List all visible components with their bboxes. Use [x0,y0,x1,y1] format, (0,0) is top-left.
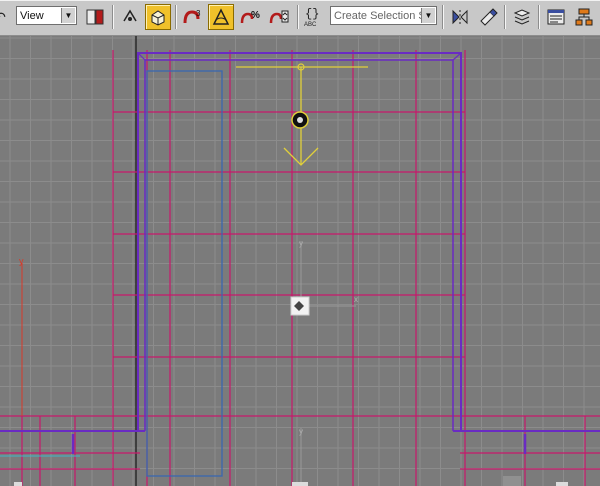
app-window: ↶ View ▼ [0,0,600,486]
gizmo-y-label: y [19,256,24,266]
viewport-background [0,36,600,486]
select-manipulate-icon[interactable] [117,4,143,30]
undo-icon[interactable]: ↶ [0,4,10,30]
layer-manager-icon[interactable] [509,4,535,30]
snaps-toggle-icon[interactable]: 3 [180,4,206,30]
keyboard-shortcut-override-icon[interactable] [145,4,171,30]
braces-glyph: {} [305,7,319,21]
use-pivot-center-icon[interactable] [82,4,108,30]
snap-badge: 3 [196,9,201,18]
front-viewport[interactable]: y y x y [0,36,600,486]
curve-editor-icon[interactable] [543,4,569,30]
schematic-view-icon[interactable] [571,4,597,30]
named-selection-set-dropdown[interactable]: Create Selection Set ▼ [330,6,437,25]
chevron-down-icon: ▼ [421,8,435,23]
chevron-down-icon: ▼ [61,8,75,23]
abc-glyph: ABC [304,22,317,28]
edit-named-selection-icon[interactable]: {} ABC [302,4,328,30]
watermark-mark [503,476,521,486]
selection-set-placeholder: Create Selection Set [334,9,435,22]
percent-snap-icon[interactable]: % [238,4,264,30]
percent-glyph: % [251,10,260,21]
pivot-x-label: x [354,295,358,304]
angle-snap-icon[interactable] [208,4,234,30]
bottom-mark [14,482,22,486]
mirror-icon[interactable] [447,4,473,30]
light-source-core [297,117,303,123]
spinner-snap-icon[interactable] [267,4,293,30]
align-icon[interactable] [475,4,501,30]
view-dropdown[interactable]: View ▼ [16,6,77,25]
main-toolbar: ↶ View ▼ [0,0,600,36]
viewport-canvas[interactable]: y y x y [0,36,600,486]
bottom-mark [556,482,568,486]
view-dropdown-value: View [20,9,44,22]
bottom-mark [292,482,308,486]
lower-y-label: y [299,427,303,436]
pivot-y-label: y [299,239,303,248]
